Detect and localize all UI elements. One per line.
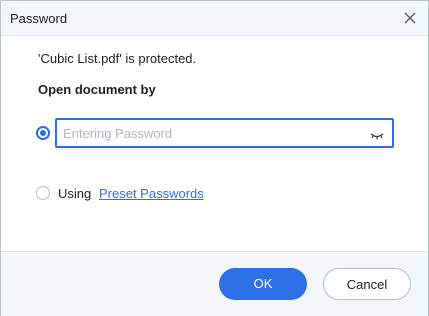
dialog-title: Password — [10, 11, 68, 26]
protected-message: 'Cubic List.pdf' is protected. — [38, 51, 197, 66]
open-by-heading: Open document by — [38, 82, 156, 97]
password-dialog: Password 'Cubic List.pdf' is protected. … — [0, 0, 429, 316]
password-field[interactable] — [55, 118, 394, 148]
eye-closed-icon[interactable] — [370, 128, 384, 140]
close-icon[interactable] — [402, 10, 418, 26]
preset-passwords-link[interactable]: Preset Passwords — [99, 186, 204, 201]
dialog-titlebar: Password — [1, 1, 428, 36]
cancel-button[interactable]: Cancel — [323, 268, 411, 300]
radio-entering-password[interactable] — [36, 126, 50, 140]
ok-button[interactable]: OK — [219, 268, 307, 300]
using-label: Using — [58, 186, 92, 201]
password-input[interactable] — [63, 124, 353, 142]
radio-using-preset[interactable] — [36, 186, 50, 200]
